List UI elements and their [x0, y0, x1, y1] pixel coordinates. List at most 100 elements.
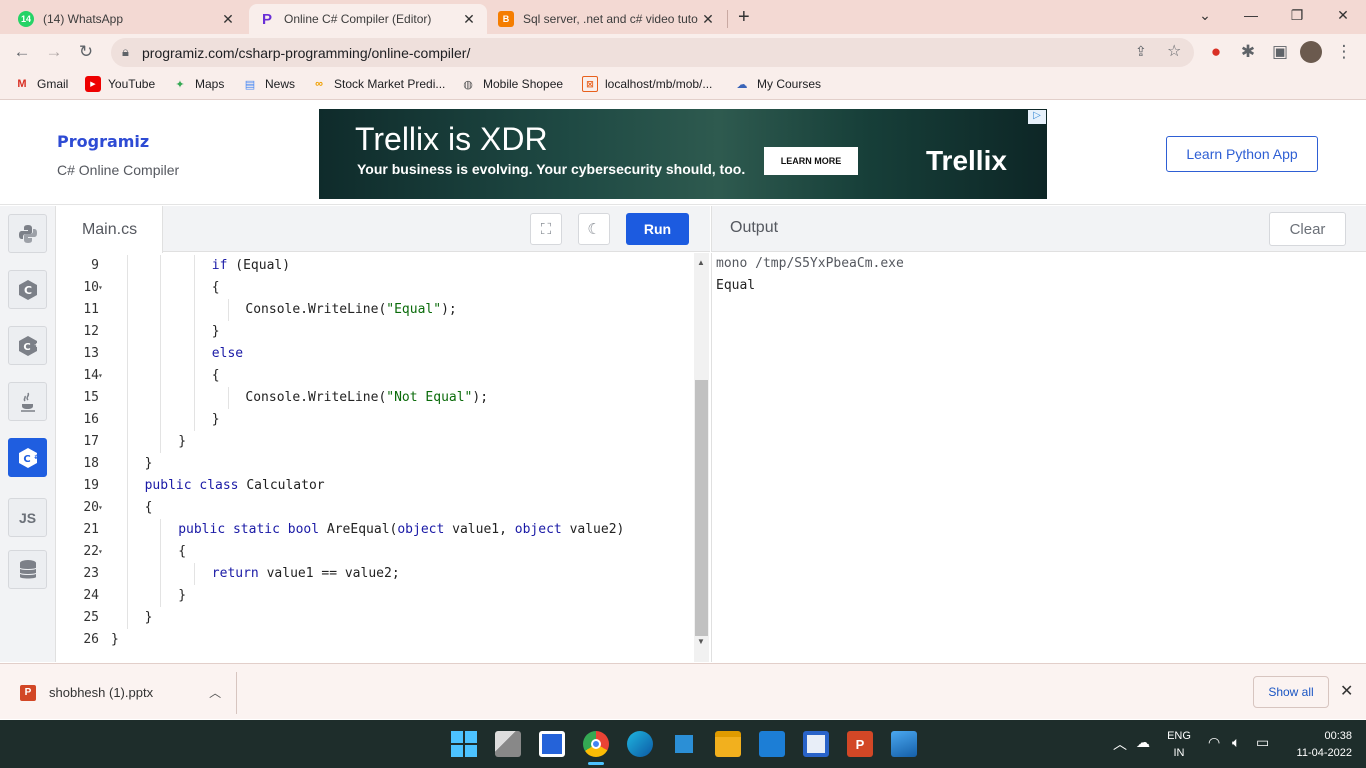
lock-icon[interactable]: 🔒︎: [122, 44, 129, 60]
code-line[interactable]: 23 return value1 == value2;: [57, 563, 694, 585]
code-line[interactable]: 26}: [57, 629, 694, 651]
share-icon[interactable]: ⇪: [1135, 43, 1147, 60]
input-language[interactable]: ENG IN: [1162, 728, 1196, 762]
file-tab-main-cs[interactable]: Main.cs: [57, 206, 163, 253]
code-editor[interactable]: 9 if (Equal) 10 ▾{11 Console.WriteLine("Equa…: [57, 253, 694, 662]
code-line[interactable]: 10 ▾ {: [57, 277, 694, 299]
battery-icon[interactable]: ▭: [1256, 734, 1269, 751]
close-tab-icon[interactable]: ✕: [461, 11, 477, 28]
widgets-icon[interactable]: [539, 731, 565, 757]
tab-whatsapp[interactable]: 14 (14) WhatsApp ✕: [8, 4, 246, 34]
indent-guide: [194, 343, 195, 365]
restore-button[interactable]: ❐: [1274, 0, 1320, 30]
chrome-taskbar-icon[interactable]: [583, 731, 609, 757]
bookmark-maps[interactable]: ✦ Maps: [172, 76, 224, 92]
remote-desktop-icon[interactable]: [671, 731, 697, 757]
fold-arrow-icon[interactable]: ▾: [98, 541, 103, 563]
indent-guide: [126, 585, 128, 607]
onedrive-cloud-icon[interactable]: ☁: [1136, 734, 1150, 751]
programiz-logo[interactable]: Programiz: [57, 132, 149, 151]
ad-learn-more-button[interactable]: LEARN MORE: [764, 147, 858, 175]
js-icon[interactable]: JS: [8, 498, 47, 537]
code-line[interactable]: 11 Console.WriteLine("Equal");: [57, 299, 694, 321]
maps-icon: ✦: [175, 78, 185, 91]
side-panel-icon[interactable]: ▣: [1268, 40, 1292, 64]
tab-online-csharp-compiler[interactable]: P Online C# Compiler (Editor) ✕: [249, 4, 487, 34]
close-window-button[interactable]: ✕: [1320, 0, 1366, 30]
adchoices-icon[interactable]: ▷: [1028, 110, 1046, 124]
chevron-up-icon[interactable]: ︿: [209, 684, 221, 701]
fold-arrow-icon[interactable]: ▾: [98, 365, 103, 387]
edge-icon[interactable]: [627, 731, 653, 757]
code-line[interactable]: 18}: [57, 453, 694, 475]
csharp-icon[interactable]: C #: [8, 438, 47, 477]
close-downloads-icon[interactable]: ✕: [1340, 681, 1353, 701]
cpp-icon[interactable]: C +: [8, 326, 47, 365]
bookmark-localhost[interactable]: ⊠ localhost/mb/mob/...: [582, 76, 712, 92]
code-line[interactable]: 21 public static bool AreEqual(object val…: [57, 519, 694, 541]
powerpoint-icon[interactable]: P: [847, 731, 873, 757]
code-line[interactable]: 17}: [57, 431, 694, 453]
code-line[interactable]: 25}: [57, 607, 694, 629]
mail-icon[interactable]: [759, 731, 785, 757]
store-icon[interactable]: [803, 731, 829, 757]
bookmark-star-icon[interactable]: ☆: [1167, 41, 1181, 61]
sql-icon[interactable]: [8, 550, 47, 589]
fold-arrow-icon[interactable]: ▾: [98, 497, 103, 519]
scroll-up-icon[interactable]: ▲: [697, 258, 705, 267]
dark-mode-moon-icon[interactable]: ☾: [578, 213, 610, 245]
run-button[interactable]: Run: [626, 213, 689, 245]
code-line[interactable]: 20 ▾ {: [57, 497, 694, 519]
code-line[interactable]: 19 public class Calculator: [57, 475, 694, 497]
bookmark-mobile-shopee[interactable]: ◍ Mobile Shopee: [460, 76, 563, 92]
close-tab-icon[interactable]: ✕: [700, 11, 716, 28]
fullscreen-icon[interactable]: ⛶: [530, 213, 562, 245]
system-clock[interactable]: 00:38 11-04-2022: [1282, 728, 1352, 762]
extension-red-icon[interactable]: ●: [1204, 40, 1228, 64]
windows-start-icon[interactable]: [451, 731, 477, 757]
code-line[interactable]: 16}: [57, 409, 694, 431]
bookmark-my-courses[interactable]: ☁ My Courses: [734, 76, 822, 92]
back-button[interactable]: ←: [10, 40, 34, 64]
code-line[interactable]: 22 ▾ {: [57, 541, 694, 563]
bookmark-news[interactable]: ▤ News: [242, 76, 295, 92]
code-line[interactable]: 9 if (Equal): [57, 255, 694, 277]
file-explorer-icon[interactable]: [715, 731, 741, 757]
task-view-icon[interactable]: [495, 731, 521, 757]
volume-icon[interactable]: 🔈︎: [1232, 734, 1240, 751]
wifi-icon[interactable]: ◠: [1208, 734, 1220, 751]
clear-button[interactable]: Clear: [1269, 212, 1346, 246]
photos-icon[interactable]: [891, 731, 917, 757]
show-all-button[interactable]: Show all: [1253, 676, 1329, 708]
advertisement-banner[interactable]: Trellix is XDR Your business is evolving…: [319, 109, 1047, 199]
fold-arrow-icon[interactable]: ▾: [98, 277, 103, 299]
bookmark-gmail[interactable]: M Gmail: [14, 76, 68, 92]
learn-python-app-button[interactable]: Learn Python App: [1166, 136, 1318, 172]
code-line[interactable]: 13 else: [57, 343, 694, 365]
close-tab-icon[interactable]: ✕: [220, 11, 236, 28]
code-line[interactable]: 12}: [57, 321, 694, 343]
address-bar[interactable]: 🔒︎ programiz.com/csharp-programming/onli…: [111, 38, 1194, 67]
c-icon[interactable]: C: [8, 270, 47, 309]
java-icon[interactable]: [8, 382, 47, 421]
reload-button[interactable]: ↻: [74, 40, 98, 64]
forward-button[interactable]: →: [42, 40, 66, 64]
bookmark-youtube[interactable]: ▶ YouTube: [85, 76, 155, 92]
tab-search-icon[interactable]: ⌄: [1182, 0, 1228, 30]
output-header: Output Clear: [711, 206, 1366, 252]
editor-scrollbar-thumb[interactable]: [695, 380, 708, 636]
browser-menu-icon[interactable]: ⋮: [1332, 40, 1356, 64]
python-icon[interactable]: [8, 214, 47, 253]
code-line[interactable]: 24}: [57, 585, 694, 607]
extensions-puzzle-icon[interactable]: ✱: [1236, 40, 1260, 64]
minimize-button[interactable]: —: [1228, 0, 1274, 30]
download-item[interactable]: P shobhesh (1).pptx ︿: [20, 684, 221, 701]
new-tab-button[interactable]: +: [738, 6, 750, 29]
profile-avatar[interactable]: [1300, 41, 1322, 63]
code-line[interactable]: 15 Console.WriteLine("Not Equal");: [57, 387, 694, 409]
scroll-down-icon[interactable]: ▼: [697, 637, 705, 646]
show-hidden-icons-icon[interactable]: ︿: [1113, 734, 1127, 754]
code-line[interactable]: 14 ▾ {: [57, 365, 694, 387]
bookmark-stock-market[interactable]: ∞ Stock Market Predi...: [311, 76, 445, 92]
tab-sql-server-videos[interactable]: B Sql server, .net and c# video tuto ✕: [488, 4, 726, 34]
